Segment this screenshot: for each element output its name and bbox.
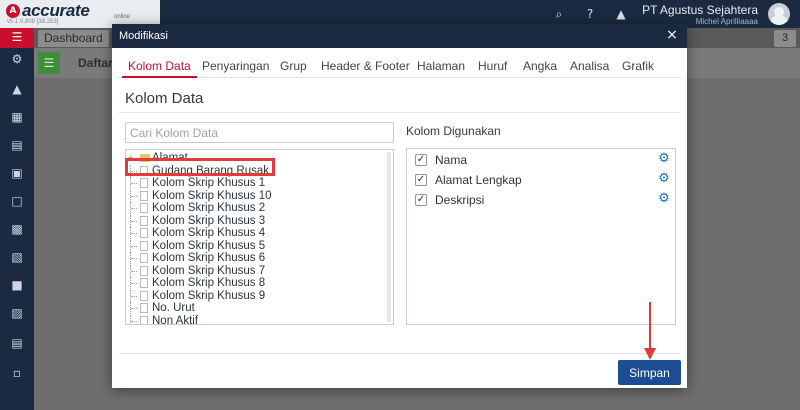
bell-icon[interactable]: ▲: [613, 6, 629, 22]
tree-item-label: Non Aktif: [152, 314, 199, 325]
used-column-label: Nama: [435, 153, 468, 167]
tab-count[interactable]: 3: [774, 30, 796, 47]
tree-item[interactable]: Non Aktif: [126, 314, 386, 325]
company-name: PT Agustus Sejahtera: [642, 3, 758, 17]
file-icon: [140, 278, 148, 288]
tree-item[interactable]: Kolom Skrip Khusus 4: [126, 227, 386, 239]
dialog-header: Modifikasi ×: [112, 24, 687, 48]
tree-item-label: Kolom Skrip Khusus 10: [152, 189, 272, 202]
modify-dialog: Modifikasi × Kolom Data Penyaringan Grup…: [112, 24, 687, 388]
tree-item[interactable]: Kolom Skrip Khusus 1: [126, 177, 386, 189]
used-column-row[interactable]: ✓ Nama ⚙: [413, 152, 671, 168]
checkbox[interactable]: ✓: [415, 194, 427, 206]
tree-item[interactable]: Kolom Skrip Khusus 5: [126, 239, 386, 252]
tree-item-label: Kolom Skrip Khusus 9: [152, 289, 266, 302]
gear-icon[interactable]: ⚙: [657, 172, 671, 186]
tab-dashboard[interactable]: Dashboard: [38, 30, 109, 47]
dialog-tabs: Kolom Data Penyaringan Grup Header & Foo…: [118, 54, 681, 78]
checkbox[interactable]: ✓: [415, 174, 427, 186]
file-icon: [140, 253, 148, 263]
used-columns-title: Kolom Digunakan: [406, 124, 501, 138]
cart-icon[interactable]: ▩: [8, 220, 26, 238]
journal-icon[interactable]: ▤: [8, 136, 26, 154]
tree-item[interactable]: Kolom Skrip Khusus 10: [126, 189, 386, 202]
tab-halaman[interactable]: Halaman: [417, 59, 465, 78]
help-icon[interactable]: ?: [582, 6, 598, 22]
used-column-label: Deskripsi: [435, 193, 485, 207]
tree-item-label: Kolom Skrip Khusus 3: [152, 214, 266, 227]
bag-icon[interactable]: ▧: [8, 248, 26, 266]
dialog-title: Modifikasi: [119, 30, 168, 42]
tree-scrollbar[interactable]: [387, 152, 391, 322]
sidebar: ☰ ⚙ ▲ ▦ ▤ ▣ □ ▩ ▧ ■ ▨ ▤ ▫: [0, 28, 34, 410]
company-info[interactable]: PT Agustus Sejahtera Michel Aprilliaaaa: [642, 3, 758, 26]
checkbox[interactable]: ✓: [415, 154, 427, 166]
factory-icon[interactable]: ▨: [8, 304, 26, 322]
used-columns-list: ✓ Nama ⚙ ✓ Alamat Lengkap ⚙ ✓ Deskripsi …: [406, 148, 676, 325]
file-icon: [140, 178, 148, 188]
logo-subtitle: online: [114, 14, 131, 20]
tree-item[interactable]: No. Urut: [126, 302, 386, 314]
tab-huruf[interactable]: Huruf: [478, 59, 507, 78]
file-icon: [140, 240, 148, 251]
tree-item[interactable]: Kolom Skrip Khusus 3: [126, 214, 386, 227]
tab-grafik[interactable]: Grafik: [622, 59, 654, 78]
tab-analisa[interactable]: Analisa: [570, 59, 609, 78]
tree-item[interactable]: Kolom Skrip Khusus 9: [126, 289, 386, 302]
highlight-annotation: [125, 158, 275, 176]
tree-item[interactable]: Kolom Skrip Khusus 8: [126, 277, 386, 289]
tree-item[interactable]: Kolom Skrip Khusus 7: [126, 264, 386, 277]
file-icon: [140, 315, 148, 324]
used-column-row[interactable]: ✓ Deskripsi ⚙: [413, 192, 671, 208]
tools-icon[interactable]: ▫: [8, 364, 26, 382]
file-icon: [140, 290, 148, 301]
app-version: v5.1.0.809 [38.253]: [7, 19, 59, 25]
tree-item-label: Kolom Skrip Khusus 2: [152, 202, 266, 214]
search-input[interactable]: [125, 122, 394, 143]
tree-item-label: Kolom Skrip Khusus 7: [152, 264, 266, 277]
used-column-row[interactable]: ✓ Alamat Lengkap ⚙: [413, 172, 671, 188]
menu-toggle-icon[interactable]: ☰: [0, 28, 34, 48]
used-column-label: Alamat Lengkap: [435, 173, 522, 187]
tree-item-label: Kolom Skrip Khusus 6: [152, 252, 266, 264]
tree-item-label: Kolom Skrip Khusus 1: [152, 177, 266, 189]
cash-icon[interactable]: □: [8, 192, 26, 210]
search-icon[interactable]: ⌕: [551, 6, 567, 22]
tree-item-label: Kolom Skrip Khusus 5: [152, 239, 266, 252]
settings-icon[interactable]: ⚙: [8, 50, 26, 68]
file-icon: [140, 303, 148, 313]
ledger-icon[interactable]: ▦: [8, 108, 26, 126]
tree-item-label: No. Urut: [152, 302, 195, 314]
avatar[interactable]: [768, 3, 790, 25]
tree-item-label: Kolom Skrip Khusus 4: [152, 227, 266, 239]
close-icon[interactable]: ×: [665, 27, 679, 43]
tree-item[interactable]: Kolom Skrip Khusus 2: [126, 202, 386, 214]
file-icon: [140, 203, 148, 213]
save-button[interactable]: Simpan: [618, 360, 681, 385]
file-icon: [140, 265, 148, 276]
tab-penyaringan[interactable]: Penyaringan: [202, 59, 269, 78]
inventory-icon[interactable]: ■: [8, 276, 26, 294]
gear-icon[interactable]: ⚙: [657, 152, 671, 166]
gear-icon[interactable]: ⚙: [657, 192, 671, 206]
tab-kolom-data[interactable]: Kolom Data: [122, 59, 197, 78]
tab-angka[interactable]: Angka: [523, 59, 557, 78]
logo-text: accurate: [22, 1, 90, 20]
footer-divider: [119, 353, 680, 354]
building-icon[interactable]: ▣: [8, 164, 26, 182]
tree-item-label: Kolom Skrip Khusus 8: [152, 277, 266, 289]
section-title: Kolom Data: [125, 90, 204, 107]
file-icon: [140, 190, 148, 201]
tab-grup[interactable]: Grup: [280, 59, 307, 78]
tab-header-footer[interactable]: Header & Footer: [321, 59, 410, 78]
report-icon[interactable]: ▤: [8, 334, 26, 352]
tree-item[interactable]: Kolom Skrip Khusus 6: [126, 252, 386, 264]
page-title: Daftar: [78, 56, 113, 70]
bank-icon[interactable]: ▲: [8, 80, 26, 98]
file-icon: [140, 215, 148, 226]
logo-mark-icon: A: [6, 4, 20, 18]
list-icon[interactable]: ☰: [38, 52, 60, 74]
file-icon: [140, 228, 148, 238]
section-divider: [119, 112, 680, 113]
